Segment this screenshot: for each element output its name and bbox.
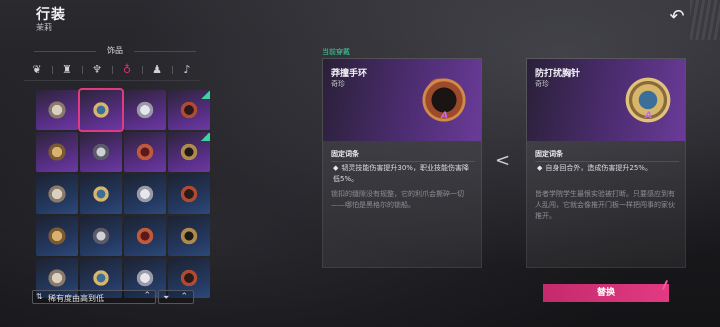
- item-gold-locket[interactable]: [124, 174, 166, 214]
- item-art-icon: [133, 140, 157, 164]
- item-spiked-ring[interactable]: [124, 132, 166, 172]
- filter-button[interactable]: ⏷ ⌃: [158, 290, 194, 304]
- page-title: 行装: [36, 7, 66, 23]
- bell-charm-icon[interactable]: ♜: [56, 62, 78, 78]
- wing-charm-icon[interactable]: ♆: [86, 62, 108, 78]
- item-art-icon: [45, 266, 69, 290]
- item-silver-charm[interactable]: [124, 90, 166, 130]
- item-art-icon: [45, 140, 69, 164]
- item-art-icon: [177, 182, 201, 206]
- item-name: 防打扰胸针: [535, 69, 581, 79]
- category-label: 饰品: [107, 46, 123, 55]
- fixed-stat-effect: ◆ 韧灵技能伤害提升30%，职业技能伤害降低5%。: [333, 163, 473, 185]
- item-art-icon: [45, 182, 69, 206]
- bullet-icon: ◆: [537, 164, 543, 172]
- effect-text: 自身回合外，造成伤害提升25%。: [545, 164, 652, 172]
- item-art-icon: [89, 140, 113, 164]
- item-skull-charm[interactable]: [36, 216, 78, 256]
- tier-badge: A: [441, 111, 448, 121]
- item-art-icon: [177, 140, 201, 164]
- item-art-icon: [133, 182, 157, 206]
- tabs-underline: [24, 80, 200, 81]
- item-art-icon: [89, 98, 113, 122]
- item-feather-pendant[interactable]: [36, 90, 78, 130]
- tab-separator: [82, 66, 83, 74]
- new-marker-icon: [201, 90, 210, 99]
- new-marker-icon: [201, 132, 210, 141]
- item-art-icon: [89, 266, 113, 290]
- item-red-amulet[interactable]: [36, 174, 78, 214]
- item-dark-ring-2[interactable]: [168, 174, 210, 214]
- item-art-icon: [133, 224, 157, 248]
- item-ruby-ring[interactable]: [80, 216, 122, 256]
- chevron-up-icon: ⌃: [143, 291, 151, 301]
- item-rarity: 奇珍: [331, 80, 345, 88]
- item-black-band[interactable]: [168, 216, 210, 256]
- item-art-icon: [89, 224, 113, 248]
- equipped-item-card: 莽撞手环 奇珍 A 固定词条 ◆ 韧灵技能伤害提升30%，职业技能伤害降低5%。 …: [322, 58, 482, 268]
- item-art-icon: [133, 266, 157, 290]
- tier-badge: A: [645, 111, 652, 121]
- horn-icon[interactable]: ♪: [176, 62, 198, 78]
- decorative-stripes: [690, 0, 720, 40]
- item-dark-ring[interactable]: [80, 174, 122, 214]
- item-art-icon: [45, 224, 69, 248]
- item-art-icon: [133, 98, 157, 122]
- filter-icon: ⏷: [163, 293, 170, 302]
- flavor-text: 皆者学院学生最恨实验被打断。只要感应到有人乱闯，它就会像推开门板一样把闯事的家伙…: [535, 190, 675, 220]
- character-name: 茉莉: [36, 23, 52, 32]
- item-grid: [36, 88, 212, 298]
- item-art-icon: [45, 98, 69, 122]
- effect-text: 韧灵技能伤害提升30%，职业技能伤害降低5%。: [333, 164, 469, 183]
- item-gear-brooch[interactable]: [78, 88, 124, 132]
- item-art-icon: [177, 98, 201, 122]
- category-divider-right: [134, 51, 196, 52]
- bullet-icon: ◆: [333, 164, 339, 172]
- item-spiked-bracelet[interactable]: [168, 90, 210, 130]
- header: 行装 茉莉 ↶: [0, 0, 720, 40]
- flavor-text: 锁扣的缝隙没有规整，它的利爪会撕碎一切——哪怕是黑格尔的锁船。: [331, 190, 464, 209]
- ring-pendant-icon[interactable]: ♁: [116, 62, 138, 78]
- swap-label: 替换: [596, 288, 615, 298]
- current-equipped-label: 当前穿戴: [322, 48, 350, 56]
- tab-separator: [172, 66, 173, 74]
- item-art-icon: [89, 182, 113, 206]
- tab-separator: [52, 66, 53, 74]
- category-divider-left: [34, 51, 96, 52]
- sort-label: 稀有度由高到低: [48, 294, 104, 303]
- item-art-icon: [177, 224, 201, 248]
- divider: [535, 161, 679, 162]
- tab-separator: [112, 66, 113, 74]
- sort-dropdown[interactable]: ⇅ 稀有度由高到低 ⌃: [32, 290, 156, 304]
- fixed-stat-title: 固定词条: [535, 150, 563, 158]
- swap-button[interactable]: 替换: [543, 280, 669, 302]
- tab-separator: [142, 66, 143, 74]
- item-gold-ring[interactable]: [168, 132, 210, 172]
- card-banner: 防打扰胸针 奇珍 A: [527, 59, 685, 141]
- fixed-stat-title: 固定词条: [331, 150, 359, 158]
- divider: [331, 161, 475, 162]
- feather-icon[interactable]: ❦: [26, 62, 48, 78]
- item-rarity: 奇珍: [535, 80, 549, 88]
- item-pearl-charm[interactable]: [80, 132, 122, 172]
- chevron-up-icon: ⌃: [180, 292, 188, 302]
- fixed-stat-effect: ◆ 自身回合外，造成伤害提升25%。: [537, 163, 677, 174]
- candidate-item-card: 防打扰胸针 奇珍 A 固定词条 ◆ 自身回合外，造成伤害提升25%。 皆者学院学生…: [526, 58, 686, 268]
- item-art-icon: [177, 266, 201, 290]
- item-gear-brooch-2[interactable]: [36, 132, 78, 172]
- category-header: 饰品: [24, 44, 200, 58]
- slot-tabs: ❦ ♜ ♆ ♁ ♟ ♪: [24, 62, 200, 78]
- back-arrow-icon[interactable]: ↶: [664, 7, 690, 27]
- sort-icon: ⇅: [36, 292, 43, 301]
- decorative-slash: [661, 280, 669, 290]
- card-banner: 莽撞手环 奇珍 A: [323, 59, 481, 141]
- bell-icon[interactable]: ♟: [146, 62, 168, 78]
- item-name: 莽撞手环: [331, 69, 368, 79]
- compare-arrow-icon: <: [495, 150, 511, 171]
- item-pocket-watch[interactable]: [124, 216, 166, 256]
